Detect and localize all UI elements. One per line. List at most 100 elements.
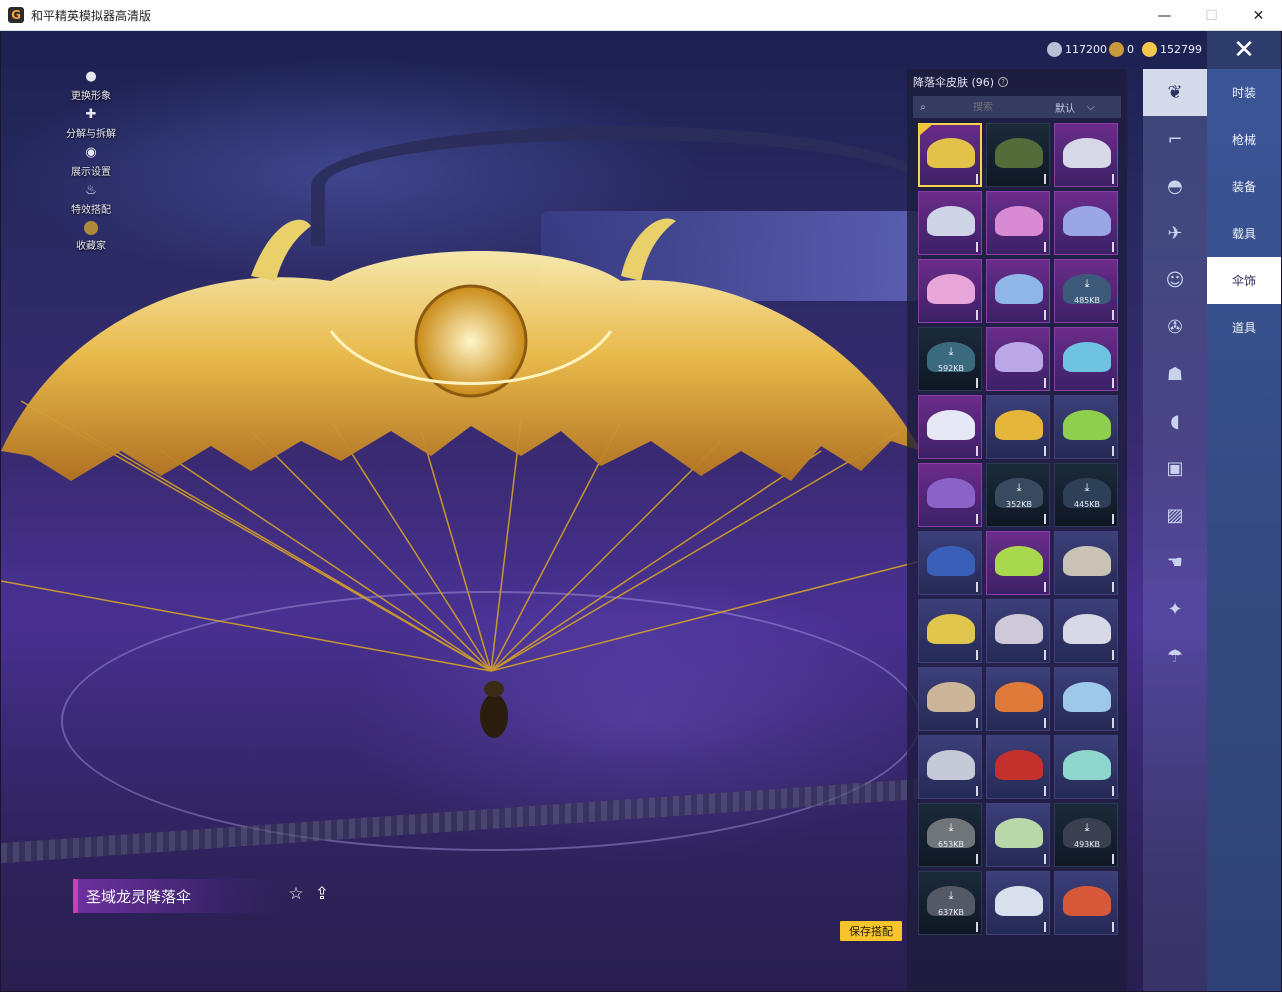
skin-tile[interactable] [986, 735, 1050, 799]
parachute-thumb-icon [995, 750, 1043, 780]
tile-marker [976, 242, 978, 252]
tile-marker [976, 650, 978, 660]
skin-tile[interactable] [1054, 667, 1118, 731]
skin-tile[interactable] [918, 123, 982, 187]
tab-3[interactable]: 载具 [1207, 210, 1281, 257]
display-settings-button[interactable]: ◉ 展示设置 [59, 145, 123, 183]
skin-tile[interactable] [986, 327, 1050, 391]
parachute-thumb-icon [995, 342, 1043, 372]
share-icon[interactable]: ⇪ [312, 884, 332, 904]
parachute-thumb-icon [927, 410, 975, 440]
skin-tile[interactable] [986, 667, 1050, 731]
sort-dropdown[interactable]: 默认 ⌵ [1055, 100, 1095, 115]
skin-tile[interactable] [918, 191, 982, 255]
skin-tile[interactable] [918, 531, 982, 595]
skin-tile[interactable] [918, 667, 982, 731]
speaker-icon[interactable]: ◖ [1143, 398, 1207, 445]
help-icon[interactable]: ? [998, 77, 1009, 87]
skin-tile[interactable] [1054, 191, 1118, 255]
search-bar: ⌕ 默认 ⌵ [913, 96, 1121, 118]
panel-header: 降落伞皮肤 (96) ? [913, 72, 1009, 92]
parachute-icon[interactable]: ☂ [1143, 633, 1207, 680]
aircraft-icon[interactable]: ✇ [1143, 304, 1207, 351]
skin-tile[interactable] [1054, 123, 1118, 187]
skin-tile[interactable]: ⤓ 637KB [918, 871, 982, 935]
window-controls: — ☐ ✕ [1141, 0, 1282, 31]
skin-tile[interactable] [986, 395, 1050, 459]
emote-icon[interactable]: ☺ [1143, 257, 1207, 304]
minimize-button[interactable]: — [1141, 0, 1188, 31]
tab-1[interactable]: 枪械 [1207, 116, 1281, 163]
helmet-icon[interactable]: ◓ [1143, 163, 1207, 210]
tab-2[interactable]: 装备 [1207, 163, 1281, 210]
skin-tile[interactable] [986, 259, 1050, 323]
skin-tile[interactable] [986, 531, 1050, 595]
gun-icon[interactable]: ⌐ [1143, 116, 1207, 163]
skin-tile[interactable] [1054, 599, 1118, 663]
parachute-preview[interactable] [1, 201, 931, 761]
plane-icon[interactable]: ✈ [1143, 210, 1207, 257]
skin-tile[interactable] [918, 599, 982, 663]
window-titlebar: G 和平精英模拟器高清版 — ☐ ✕ [0, 0, 1282, 31]
item-actions: ☆ ⇪ [286, 884, 332, 904]
skin-tile[interactable] [986, 871, 1050, 935]
skin-tile[interactable]: ⤓ 493KB [1054, 803, 1118, 867]
gold-coin-icon [1142, 41, 1157, 57]
collector-button[interactable]: 收藏家 [59, 221, 123, 259]
skin-tile[interactable] [918, 259, 982, 323]
wand-icon[interactable]: ✦ [1143, 586, 1207, 633]
change-appearance-button[interactable]: ● 更换形象 [59, 69, 123, 107]
parachute-skin-panel: 降落伞皮肤 (96) ? ⌕ 默认 ⌵ ⤓ 485KB ⤓ 592KB ⤓ 352KB ⤓ 4… [907, 69, 1127, 991]
skin-tile[interactable] [986, 599, 1050, 663]
tab-5[interactable]: 道具 [1207, 304, 1281, 351]
search-input[interactable] [933, 101, 1033, 113]
outfit-icon[interactable]: ❦ [1143, 69, 1207, 116]
parachute-thumb-icon [995, 206, 1043, 236]
photo-icon[interactable]: ▨ [1143, 492, 1207, 539]
tile-marker [1044, 378, 1046, 388]
sort-value: 默认 [1055, 103, 1075, 115]
effects-button[interactable]: ♨ 特效搭配 [59, 183, 123, 221]
skin-tile[interactable] [1054, 735, 1118, 799]
skin-tile[interactable]: ⤓ 653KB [918, 803, 982, 867]
silver-amount: 117200 [1065, 42, 1107, 56]
tile-marker [1112, 718, 1114, 728]
skin-tile[interactable] [918, 463, 982, 527]
box-icon[interactable]: ▣ [1143, 445, 1207, 492]
skin-tile[interactable] [986, 123, 1050, 187]
close-wardrobe-button[interactable]: ✕ [1207, 31, 1281, 69]
currency-silver: 117200 [1047, 40, 1107, 58]
flame-icon: ♨ [85, 183, 97, 198]
skin-tile[interactable] [1054, 871, 1118, 935]
save-outfit-button[interactable]: 保存搭配 [840, 921, 902, 941]
favorite-star-icon[interactable]: ☆ [286, 884, 306, 904]
decompose-button[interactable]: ✚ 分解与拆解 [59, 107, 123, 145]
left-menu: ● 更换形象 ✚ 分解与拆解 ◉ 展示设置 ♨ 特效搭配 收藏家 [59, 69, 123, 259]
hand-icon[interactable]: ☚ [1143, 539, 1207, 586]
tile-marker [1044, 514, 1046, 524]
skin-tile[interactable]: ⤓ 485KB [1054, 259, 1118, 323]
skin-tile[interactable]: ⤓ 592KB [918, 327, 982, 391]
parachute-thumb-icon [995, 614, 1043, 644]
tab-0[interactable]: 时装 [1207, 69, 1281, 116]
skin-grid: ⤓ 485KB ⤓ 592KB ⤓ 352KB ⤓ 445KB ⤓ 653KB ⤓ 493KB ⤓ 637… [918, 123, 1118, 935]
close-window-button[interactable]: ✕ [1235, 0, 1282, 31]
skin-tile[interactable] [918, 395, 982, 459]
skin-tile[interactable] [986, 803, 1050, 867]
skin-tile[interactable] [1054, 531, 1118, 595]
skin-tile[interactable] [1054, 395, 1118, 459]
skin-tile[interactable]: ⤓ 445KB [1054, 463, 1118, 527]
app-logo-icon: G [8, 7, 24, 23]
tab-4[interactable]: 伞饰 [1207, 257, 1281, 304]
download-icon: ⤓ [1084, 277, 1090, 290]
download-size: 352KB [1005, 500, 1032, 509]
tile-marker [1044, 718, 1046, 728]
tile-marker [976, 718, 978, 728]
skin-tile[interactable] [918, 735, 982, 799]
download-size: 485KB [1073, 296, 1100, 305]
skin-tile[interactable] [986, 191, 1050, 255]
skin-tile[interactable]: ⤓ 352KB [986, 463, 1050, 527]
maximize-button[interactable]: ☐ [1188, 0, 1235, 31]
skin-tile[interactable] [1054, 327, 1118, 391]
robot-icon[interactable]: ☗ [1143, 351, 1207, 398]
